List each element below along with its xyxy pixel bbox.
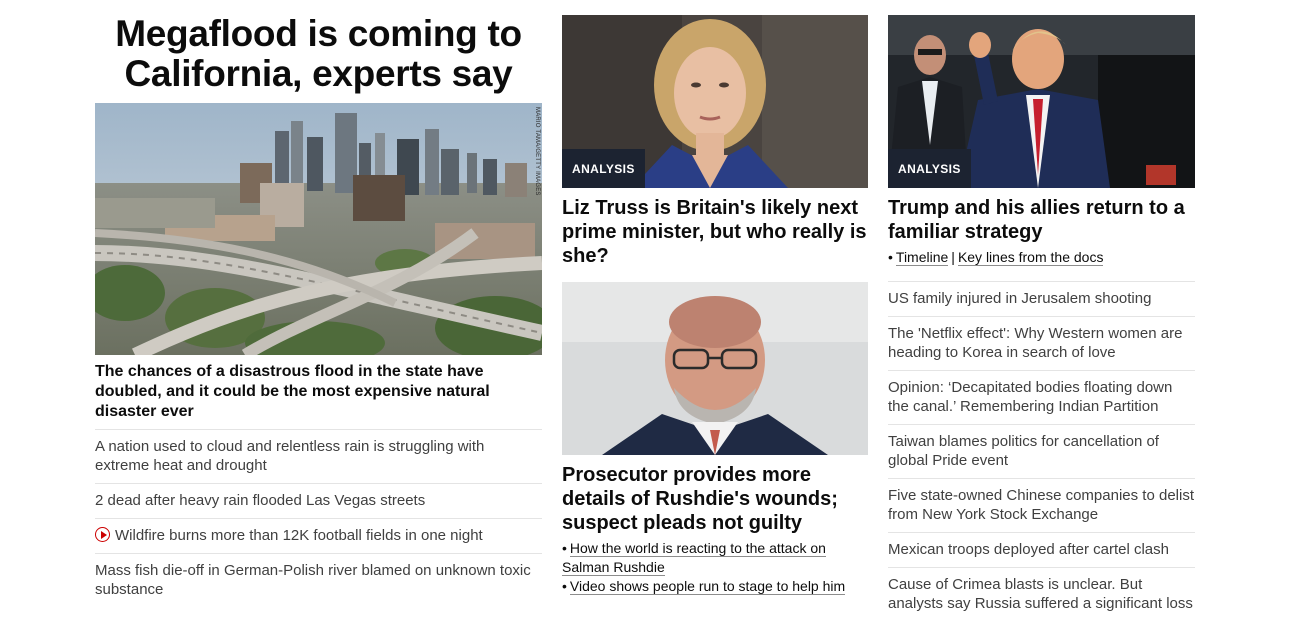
list-item-text[interactable]: 2 dead after heavy rain flooded Las Vega… (95, 492, 425, 509)
hero-image-los-angeles[interactable]: MARIO TAMA/GETTY IMAGES (95, 103, 542, 355)
bullet: • (562, 540, 567, 556)
related-link[interactable]: How the world is reacting to the attack … (562, 540, 826, 576)
hero-column: Megaflood is coming to California, exper… (95, 0, 542, 607)
list-item[interactable]: The 'Netflix effect': Why Western women … (888, 316, 1195, 370)
list-item[interactable]: Five state-owned Chinese companies to de… (888, 478, 1195, 532)
list-item[interactable]: Wildfire burns more than 12K football fi… (95, 518, 542, 553)
related-link[interactable]: Video shows people run to stage to help … (569, 578, 846, 595)
trump-headline[interactable]: Trump and his allies return to a familia… (888, 196, 1195, 244)
analysis-badge: ANALYSIS (888, 149, 971, 188)
list-item-text[interactable]: A nation used to cloud and relentless ra… (95, 438, 484, 474)
list-item[interactable]: A nation used to cloud and relentless ra… (95, 429, 542, 483)
latest-headlines-list: US family injured in Jerusalem shooting … (888, 281, 1195, 621)
list-item-text[interactable]: Wildfire burns more than 12K football fi… (115, 527, 483, 544)
list-item-text[interactable]: Mass fish die-off in German-Polish river… (95, 562, 531, 598)
link-separator: | (951, 249, 955, 265)
list-item[interactable]: Opinion: ‘Decapitated bodies floating do… (888, 370, 1195, 424)
list-item[interactable]: Mexican troops deployed after cartel cla… (888, 532, 1195, 567)
timeline-link[interactable]: Timeline (895, 249, 949, 266)
rushdie-image[interactable] (562, 282, 868, 455)
middle-column: ANALYSIS Liz Truss is Britain's likely n… (562, 0, 868, 596)
liz-truss-image[interactable]: ANALYSIS (562, 15, 868, 188)
portrait-illustration (562, 282, 868, 455)
trump-image[interactable]: ANALYSIS (888, 15, 1195, 188)
bullet: • (888, 249, 893, 265)
list-item-text[interactable]: Opinion: ‘Decapitated bodies floating do… (888, 379, 1172, 415)
list-item[interactable]: Taiwan blames politics for cancellation … (888, 424, 1195, 478)
list-item[interactable]: Mass fish die-off in German-Polish river… (95, 553, 542, 607)
hero-title[interactable]: Megaflood is coming to California, exper… (95, 14, 542, 94)
related-link-row: • Video shows people run to stage to help… (562, 577, 868, 596)
right-column: ANALYSIS Trump and his allies return to … (888, 0, 1195, 621)
analysis-badge: ANALYSIS (562, 149, 645, 188)
list-item-text[interactable]: US family injured in Jerusalem shooting (888, 290, 1151, 307)
hero-headline[interactable]: The chances of a disastrous flood in the… (95, 362, 542, 422)
list-item[interactable]: Cause of Crimea blasts is unclear. But a… (888, 567, 1195, 621)
photo-credit: MARIO TAMA/GETTY IMAGES (534, 107, 540, 196)
hero-related-list: A nation used to cloud and relentless ra… (95, 429, 542, 607)
list-item[interactable]: US family injured in Jerusalem shooting (888, 281, 1195, 316)
rushdie-related-links: • How the world is reacting to the attack… (562, 539, 868, 596)
video-play-icon (95, 527, 110, 542)
related-link-row: • How the world is reacting to the attack… (562, 539, 868, 577)
list-item-text[interactable]: Cause of Crimea blasts is unclear. But a… (888, 576, 1193, 612)
liz-truss-headline[interactable]: Liz Truss is Britain's likely next prime… (562, 196, 868, 268)
bullet: • (562, 578, 567, 594)
key-lines-link[interactable]: Key lines from the docs (957, 249, 1104, 266)
list-item[interactable]: 2 dead after heavy rain flooded Las Vega… (95, 483, 542, 518)
rushdie-headline[interactable]: Prosecutor provides more details of Rush… (562, 463, 868, 535)
list-item-text[interactable]: Mexican troops deployed after cartel cla… (888, 541, 1169, 558)
list-item-text[interactable]: The 'Netflix effect': Why Western women … (888, 325, 1182, 361)
trump-related-links: • Timeline | Key lines from the docs (888, 248, 1195, 267)
list-item-text[interactable]: Taiwan blames politics for cancellation … (888, 433, 1159, 469)
city-skyline-illustration (95, 103, 542, 355)
list-item-text[interactable]: Five state-owned Chinese companies to de… (888, 487, 1194, 523)
